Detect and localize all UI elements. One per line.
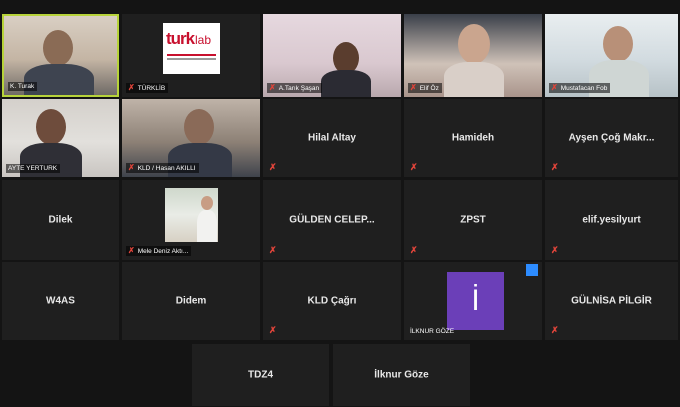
- participant-tile-ilknur-goze-avatar[interactable]: İ İLKNUR GÖZE: [404, 262, 542, 340]
- video-gallery: K. Turak turk lab ✗ TÜRKLİB ✗ A.Tarık Şa…: [0, 0, 680, 407]
- participant-tile-hamideh[interactable]: Hamideh ✗: [404, 99, 542, 177]
- mic-muted-icon: ✗: [551, 245, 559, 255]
- mic-muted-icon: ✗: [551, 83, 558, 92]
- participant-display-name: Dilek: [48, 214, 73, 226]
- mic-muted-icon: ✗: [410, 162, 418, 172]
- mic-muted-icon: ✗: [410, 83, 417, 92]
- participant-name-label: ✗ Mustafacan Fob: [549, 83, 611, 93]
- participant-tile-hasan[interactable]: ✗ KLD / Hasan AKILLI: [122, 99, 260, 177]
- participant-name-label: ✗ KLD / Hasan AKILLI: [126, 163, 199, 173]
- mic-muted-icon: ✗: [269, 325, 277, 335]
- participant-display-name: İlknur Göze: [374, 369, 429, 381]
- participant-name-label: ✗ Mele Deniz Aktı...: [126, 246, 192, 256]
- participant-video-head: [603, 26, 633, 62]
- participant-display-name: Didem: [175, 295, 207, 307]
- participant-tile-didem[interactable]: Didem: [122, 262, 260, 340]
- participant-display-name: W4AS: [46, 295, 75, 307]
- participant-display-name: Hamideh: [451, 132, 495, 144]
- participant-video-head: [458, 24, 490, 64]
- mic-muted-icon: ✗: [128, 163, 135, 172]
- participant-display-name: Hilal Altay: [308, 132, 356, 144]
- raise-hand-badge-icon: [526, 264, 538, 276]
- participant-display-name: ZPST: [460, 214, 486, 226]
- mic-muted-icon: ✗: [128, 83, 135, 92]
- participant-avatar: İ: [447, 272, 504, 330]
- participant-tile-elif-yesilyurt[interactable]: elif.yesilyurt ✗: [545, 180, 678, 260]
- mic-muted-icon: ✗: [269, 83, 276, 92]
- participant-display-name: GÜLDEN CELEP...: [289, 214, 375, 226]
- participant-tile-w4as[interactable]: W4AS: [2, 262, 119, 340]
- participant-tile-mele[interactable]: ✗ Mele Deniz Aktı...: [122, 180, 260, 260]
- participant-video-body: [321, 70, 371, 97]
- participant-name-label: ✗ A.Tarık Şaşan: [267, 83, 323, 93]
- participant-tile-kturak[interactable]: K. Turak: [2, 14, 119, 97]
- participant-tile-dilek[interactable]: Dilek: [2, 180, 119, 260]
- participant-tile-ayte[interactable]: AYTE YERTURK: [2, 99, 119, 177]
- participant-name-label: İLKNUR GÖZE: [410, 328, 455, 335]
- participant-name-label: K. Turak: [8, 82, 38, 91]
- mic-muted-icon: ✗: [551, 162, 559, 172]
- mic-muted-icon: ✗: [410, 245, 418, 255]
- mic-muted-icon: ✗: [269, 245, 277, 255]
- participant-display-name: GÜLNİSA PİLGİR: [571, 295, 652, 307]
- participant-tile-zpst[interactable]: ZPST ✗: [404, 180, 542, 260]
- mic-muted-icon: ✗: [551, 325, 559, 335]
- participant-video-head: [43, 30, 73, 66]
- participant-display-name: KLD Çağrı: [307, 295, 357, 307]
- participant-name-label: ✗ Elif Öz: [408, 83, 442, 93]
- participant-display-name: elif.yesilyurt: [582, 214, 641, 226]
- mic-muted-icon: ✗: [128, 246, 135, 255]
- participant-tile-kld-cagri[interactable]: KLD Çağrı ✗: [263, 262, 401, 340]
- participant-video: [165, 188, 218, 242]
- participant-tile-aysen[interactable]: Ayşen Çoğ Makr... ✗: [545, 99, 678, 177]
- participant-tile-gulnisa[interactable]: GÜLNİSA PİLGİR ✗: [545, 262, 678, 340]
- mic-muted-icon: ✗: [269, 162, 277, 172]
- participant-name-label: ✗ TÜRKLİB: [126, 83, 169, 93]
- participant-name-label: AYTE YERTURK: [6, 164, 61, 173]
- turklab-logo: turk lab: [163, 23, 220, 74]
- participant-tile-elifoz[interactable]: ✗ Elif Öz: [404, 14, 542, 97]
- participant-tile-tdz4[interactable]: TDZ4: [192, 344, 329, 406]
- participant-tile-atarik[interactable]: ✗ A.Tarık Şaşan: [263, 14, 401, 97]
- participant-tile-ilknur-goze[interactable]: İlknur Göze: [333, 344, 470, 406]
- participant-display-name: Ayşen Çoğ Makr...: [568, 132, 655, 144]
- participant-display-name: TDZ4: [248, 369, 273, 381]
- participant-video-head: [201, 196, 213, 210]
- participant-video-head: [184, 109, 214, 145]
- participant-video-body: [197, 210, 217, 242]
- participant-video-body: [24, 64, 94, 95]
- participant-tile-gulden[interactable]: GÜLDEN CELEP... ✗: [263, 180, 401, 260]
- participant-tile-mustafacan[interactable]: ✗ Mustafacan Fob: [545, 14, 678, 97]
- participant-video-body: [444, 62, 504, 97]
- participant-video-head: [36, 109, 66, 145]
- participant-tile-hilal[interactable]: Hilal Altay ✗: [263, 99, 401, 177]
- participant-tile-turklib[interactable]: turk lab ✗ TÜRKLİB: [122, 14, 260, 97]
